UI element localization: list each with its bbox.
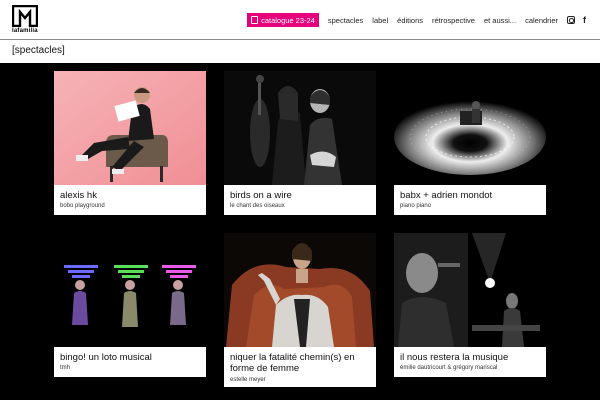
spectacle-card-alexis-hk[interactable]: alexis hk bobo playground [54, 71, 206, 215]
card-image [394, 71, 546, 185]
instagram-icon[interactable] [567, 16, 575, 24]
nav-link-calendrier[interactable]: calendrier [525, 16, 558, 25]
card-title: babx + adrien mondot [400, 190, 493, 201]
spectacle-card-bingo[interactable]: bingo! un loto musical tmh [54, 233, 206, 377]
card-image [394, 233, 546, 347]
card-title: birds on a wire [230, 190, 292, 201]
card-subtitle: émilie dautricourt & grégory mariscal [400, 365, 498, 371]
logo-text: lafamilia [12, 28, 38, 34]
card-caption: bingo! un loto musical tmh [60, 352, 202, 371]
card-caption: il nous restera la musique émilie dautri… [400, 352, 542, 371]
card-subtitle: tmh [60, 365, 71, 371]
card-title: bingo! un loto musical [60, 352, 152, 363]
logo-mark-icon [12, 5, 38, 27]
spectacle-card-niquer-la-fatalite[interactable]: niquer la fatalité chemin(s) en forme de… [224, 233, 376, 387]
card-image [224, 233, 376, 347]
page-title: [spectacles] [12, 45, 65, 56]
catalog-button-label: catalogue 23-24 [261, 15, 315, 25]
main-nav: catalogue 23-24 spectacles label édition… [247, 12, 586, 28]
card-image [54, 71, 206, 185]
catalog-button[interactable]: catalogue 23-24 [247, 13, 319, 27]
nav-link-editions[interactable]: éditions [397, 16, 423, 25]
document-icon [251, 16, 259, 24]
social-links: f [567, 16, 586, 25]
nav-link-retrospective[interactable]: rétrospective [432, 16, 475, 25]
spectacle-card-babx-adrien-mondot[interactable]: babx + adrien mondot piano piano [394, 71, 546, 215]
card-image [224, 71, 376, 185]
card-caption: niquer la fatalité chemin(s) en forme de… [230, 352, 372, 383]
nav-link-et-aussi[interactable]: et aussi... [484, 16, 516, 25]
card-caption: babx + adrien mondot piano piano [400, 190, 542, 209]
card-subtitle: piano piano [400, 203, 432, 209]
site-header: lafamilia catalogue 23-24 spectacles lab… [0, 0, 600, 40]
spectacles-grid: alexis hk bobo playground birds on a wir… [0, 63, 600, 400]
card-subtitle: estelle meyer [230, 377, 266, 383]
site-logo[interactable]: lafamilia [12, 5, 42, 37]
page-header: [spectacles] [0, 40, 600, 63]
card-subtitle: le chant des oiseaux [230, 203, 285, 209]
card-title: niquer la fatalité chemin(s) en forme de… [230, 352, 355, 374]
card-image [54, 233, 206, 347]
card-title: il nous restera la musique [400, 352, 509, 363]
nav-link-label[interactable]: label [372, 16, 388, 25]
spectacle-card-il-nous-restera-la-musique[interactable]: il nous restera la musique émilie dautri… [394, 233, 546, 377]
facebook-icon[interactable]: f [583, 16, 586, 25]
card-subtitle: bobo playground [60, 203, 105, 209]
nav-link-spectacles[interactable]: spectacles [328, 16, 363, 25]
card-title: alexis hk [60, 190, 97, 201]
spectacle-card-birds-on-a-wire[interactable]: birds on a wire le chant des oiseaux [224, 71, 376, 215]
card-caption: alexis hk bobo playground [60, 190, 202, 209]
card-caption: birds on a wire le chant des oiseaux [230, 190, 372, 209]
